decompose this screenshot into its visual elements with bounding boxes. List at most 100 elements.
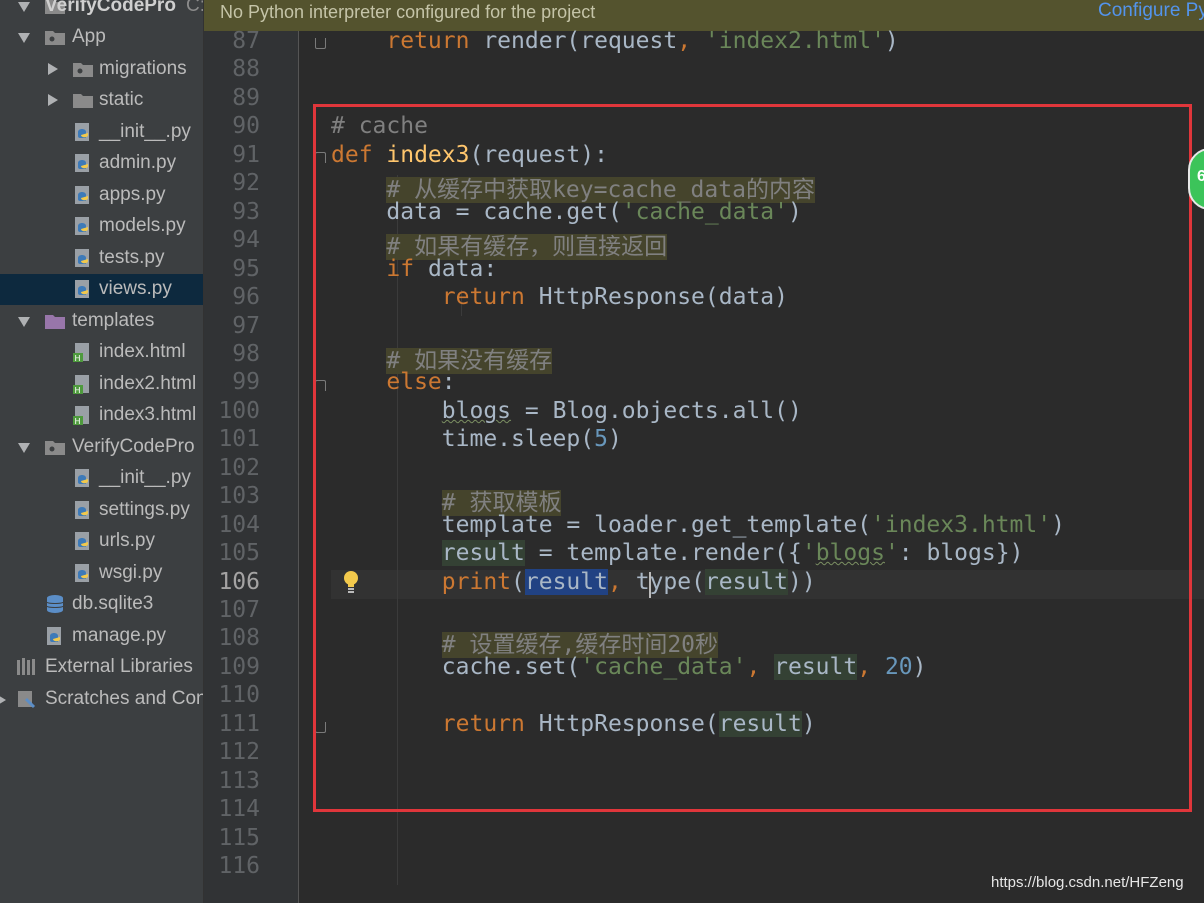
python-file-icon <box>75 564 89 582</box>
tree-item-admin[interactable]: admin.py <box>0 148 203 179</box>
library-icon <box>17 658 35 675</box>
line-number: 115 <box>218 824 260 851</box>
tree-item-index2-html[interactable]: H index2.html <box>0 369 203 400</box>
python-file-icon <box>75 249 89 267</box>
line-number: 99 <box>232 369 260 396</box>
line-number: 97 <box>232 312 260 339</box>
line-number: 104 <box>218 511 260 538</box>
tree-item-urls[interactable]: urls.py <box>0 526 203 557</box>
python-file-icon <box>75 217 89 235</box>
line-number: 108 <box>218 625 260 652</box>
tree-item-label: settings.py <box>99 499 190 520</box>
gutter-divider <box>298 31 299 903</box>
tree-item-models[interactable]: models.py <box>0 211 203 242</box>
tree-item-migrations[interactable]: migrations <box>0 54 203 85</box>
tree-item-label: External Libraries <box>45 656 193 677</box>
tree-item-label: index.html <box>99 341 186 362</box>
code-token: , <box>677 28 705 54</box>
svg-text:H: H <box>75 386 81 394</box>
python-file-icon <box>47 627 61 645</box>
line-number: 101 <box>218 426 260 453</box>
code-token: render(request <box>469 28 678 54</box>
python-file-icon <box>75 501 89 519</box>
svg-text:H: H <box>75 417 81 425</box>
scratches-icon <box>18 691 36 709</box>
line-number: 113 <box>218 767 260 794</box>
line-number: 110 <box>218 682 260 709</box>
chevron-right-icon[interactable] <box>0 694 6 706</box>
configure-interpreter-link[interactable]: Configure Py <box>1098 0 1204 22</box>
chevron-down-icon[interactable] <box>18 2 30 12</box>
python-file-icon <box>75 154 89 172</box>
code-token: return <box>386 28 470 54</box>
line-number: 106 <box>218 568 260 595</box>
tree-item-label: templates <box>72 310 155 331</box>
tree-item-wsgi[interactable]: wsgi.py <box>0 558 203 589</box>
tree-item-db-sqlite3[interactable]: db.sqlite3 <box>0 589 203 620</box>
folder-icon <box>73 94 93 108</box>
tree-item-label: tests.py <box>99 247 165 268</box>
tree-item-external-libraries[interactable]: External Libraries <box>0 652 203 683</box>
tree-item-label: admin.py <box>99 152 177 173</box>
chevron-right-icon[interactable] <box>48 63 58 75</box>
line-number: 91 <box>232 141 260 168</box>
tree-item-label: index3.html <box>99 404 197 425</box>
tree-item-init[interactable]: __init__.py <box>0 117 203 148</box>
tree-item-label: migrations <box>99 58 187 79</box>
line-number: 103 <box>218 483 260 510</box>
line-number: 93 <box>232 198 260 225</box>
tree-root[interactable]: VerifyCodePro C: <box>0 0 203 22</box>
badge-count: 6 <box>1197 168 1204 185</box>
line-number: 87 <box>232 28 260 54</box>
line-number: 96 <box>232 284 260 311</box>
line-number: 109 <box>218 653 260 680</box>
tree-item-label: db.sqlite3 <box>72 593 154 614</box>
code-line: return render(request, 'index2.html') <box>331 28 898 54</box>
python-file-icon <box>75 532 89 550</box>
tree-item-index3-html[interactable]: H index3.html <box>0 400 203 431</box>
tree-item-verifycodepro[interactable]: VerifyCodePro <box>0 432 203 463</box>
html-file-icon: H <box>73 343 89 362</box>
line-number: 100 <box>218 397 260 424</box>
tree-item-templates[interactable]: templates <box>0 306 203 337</box>
chevron-down-icon[interactable] <box>18 33 30 43</box>
html-file-icon: H <box>73 375 89 394</box>
tree-item-static[interactable]: static <box>0 85 203 116</box>
line-number: 98 <box>232 340 260 367</box>
tree-item-index-html[interactable]: H index.html <box>0 337 203 368</box>
line-number: 114 <box>218 796 260 823</box>
tree-item-label: urls.py <box>99 530 155 551</box>
tree-item-views[interactable]: views.py <box>0 274 203 305</box>
chevron-down-icon[interactable] <box>18 317 30 327</box>
tree-item-scratches[interactable]: Scratches and Con <box>0 684 203 715</box>
tree-item-label: views.py <box>99 278 172 299</box>
tree-item-apps[interactable]: apps.py <box>0 180 203 211</box>
tree-item-settings[interactable]: settings.py <box>0 495 203 526</box>
chevron-right-icon[interactable] <box>48 94 58 106</box>
python-file-icon <box>75 469 89 487</box>
tree-item-label: App <box>72 26 106 47</box>
highlight-box <box>313 104 1192 812</box>
line-number: 111 <box>218 710 260 737</box>
line-number: 92 <box>232 170 260 197</box>
tree-item-manage[interactable]: manage.py <box>0 621 203 652</box>
line-number: 105 <box>218 540 260 567</box>
watermark: https://blog.csdn.net/HFZeng <box>991 874 1184 891</box>
tree-item-label: static <box>99 89 144 110</box>
html-file-icon: H <box>73 406 89 425</box>
tree-item-label: index2.html <box>99 373 197 394</box>
line-number: 116 <box>218 853 260 880</box>
banner-message: No Python interpreter configured for the… <box>220 2 596 22</box>
line-number: 88 <box>232 56 260 83</box>
chevron-down-icon[interactable] <box>18 443 30 453</box>
python-file-icon <box>75 280 89 298</box>
database-icon <box>46 595 64 613</box>
tree-item-init-2[interactable]: __init__.py <box>0 463 203 494</box>
svg-text:H: H <box>75 354 81 362</box>
fold-end-icon[interactable] <box>315 38 326 49</box>
tree-item-app[interactable]: App <box>0 22 203 53</box>
root-path: C: <box>186 0 204 16</box>
tree-item-label: __init__.py <box>99 467 191 488</box>
tree-item-tests[interactable]: tests.py <box>0 243 203 274</box>
project-tree: VerifyCodePro C: App migrations static _… <box>0 0 204 903</box>
